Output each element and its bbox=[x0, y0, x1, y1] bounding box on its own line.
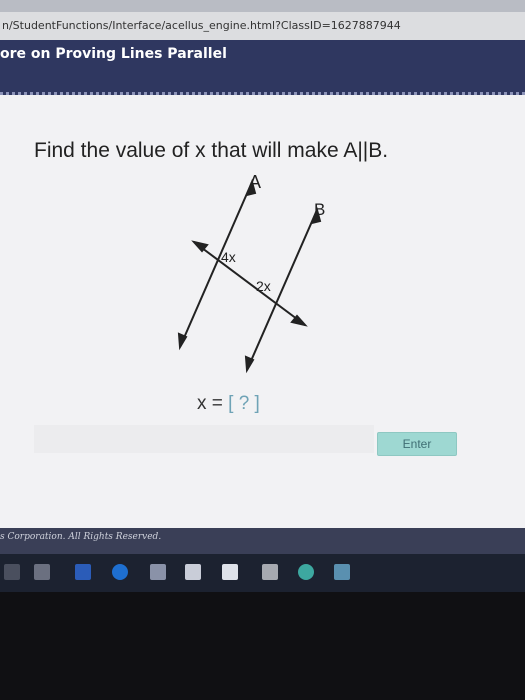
power-icon[interactable] bbox=[4, 564, 20, 580]
line-b-arrow-bottom bbox=[244, 355, 255, 374]
angle-label-2x: 2x bbox=[256, 278, 271, 294]
word-icon[interactable] bbox=[75, 564, 91, 580]
answer-prefix: x = bbox=[197, 393, 229, 414]
copyright-footer: s Corporation. All Rights Reserved. bbox=[0, 528, 525, 554]
angle-label-4x: 4x bbox=[221, 249, 236, 265]
lesson-header: ore on Proving Lines Parallel bbox=[0, 40, 525, 95]
store-icon[interactable] bbox=[185, 564, 201, 580]
browser-tab-strip bbox=[0, 0, 525, 12]
label-b: B bbox=[314, 200, 325, 219]
edge-icon[interactable] bbox=[112, 564, 128, 580]
chrome-icon[interactable] bbox=[298, 564, 314, 580]
app-icon[interactable] bbox=[334, 564, 350, 580]
calculator-icon[interactable] bbox=[262, 564, 278, 580]
monitor-bezel bbox=[0, 592, 525, 700]
answer-input[interactable]: [ ? ] bbox=[228, 393, 260, 414]
file-explorer-icon[interactable] bbox=[150, 564, 166, 580]
mail-icon[interactable] bbox=[222, 564, 238, 580]
line-a bbox=[179, 181, 253, 348]
transversal bbox=[193, 241, 306, 326]
label-a: A bbox=[249, 172, 261, 192]
address-bar[interactable]: n/StudentFunctions/Interface/acellus_eng… bbox=[0, 12, 525, 40]
url-text: n/StudentFunctions/Interface/acellus_eng… bbox=[2, 19, 401, 32]
parallel-lines-diagram: A B 4x 2x bbox=[177, 172, 325, 374]
task-view-icon[interactable] bbox=[34, 564, 50, 580]
line-a-arrow-bottom bbox=[177, 332, 188, 351]
screen: n/StudentFunctions/Interface/acellus_eng… bbox=[0, 0, 525, 592]
answer-line: x = [ ? ] bbox=[197, 393, 260, 415]
enter-button[interactable]: Enter bbox=[377, 432, 457, 456]
question-panel: Find the value of x that will make A||B.… bbox=[0, 95, 525, 528]
copyright-text: s Corporation. All Rights Reserved. bbox=[0, 532, 162, 542]
answer-entry-area[interactable] bbox=[34, 425, 374, 453]
lesson-title: ore on Proving Lines Parallel bbox=[0, 46, 227, 62]
taskbar bbox=[0, 554, 525, 592]
